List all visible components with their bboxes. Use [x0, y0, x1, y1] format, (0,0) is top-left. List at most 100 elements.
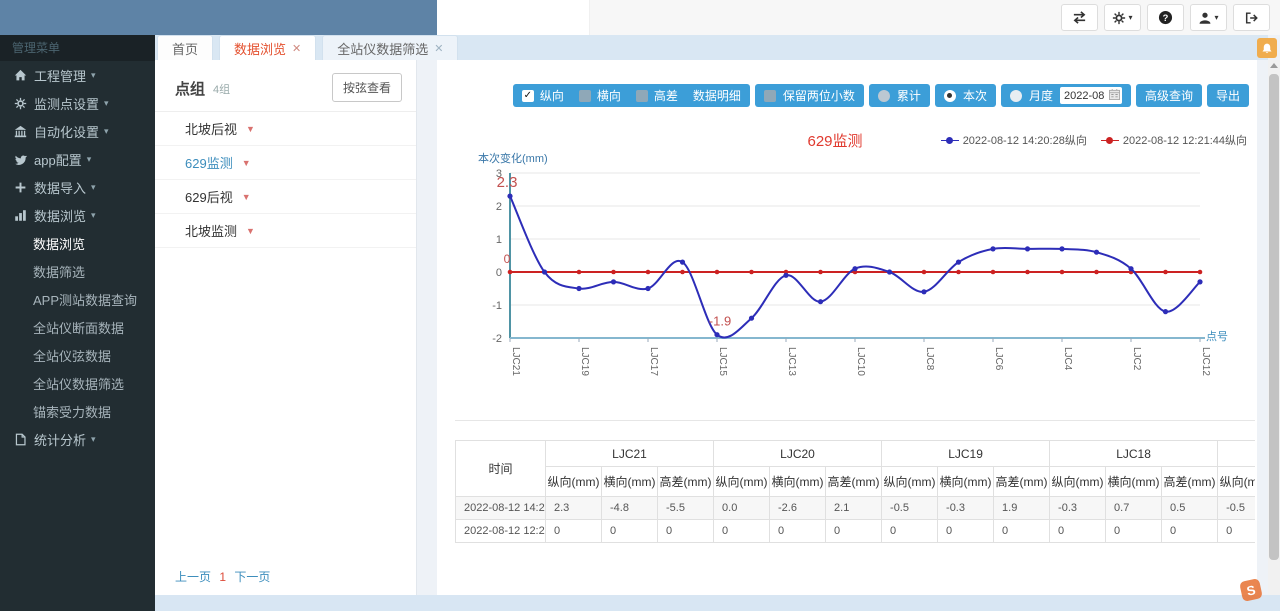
watermark-logo: S	[1239, 578, 1263, 602]
data-point-blue	[542, 269, 547, 274]
point-annotation: 0	[504, 252, 511, 266]
question-button[interactable]: ?	[1147, 4, 1184, 31]
value-cell: 1.9	[994, 497, 1050, 520]
point-group-row-1[interactable]: 北坡后视▼	[155, 112, 416, 146]
radio-button-月度[interactable]: 月度2022-08	[1001, 84, 1131, 107]
radio-icon[interactable]	[1010, 90, 1022, 102]
sidebar: 管理菜单 工程管理▾监测点设置▾自动化设置▾app配置▾数据导入▾数据浏览▾数据…	[0, 35, 155, 611]
view-by-chord-button[interactable]: 按弦查看	[332, 73, 402, 102]
checkbox-高差[interactable]: 高差	[636, 87, 678, 104]
prev-page-link[interactable]: 上一页	[175, 570, 211, 584]
series-toggle-group[interactable]: ✓纵向横向高差数据明细	[513, 84, 750, 107]
measure-column-header: 高差(mm)	[1162, 467, 1218, 497]
measure-column-header: 横向(mm)	[602, 467, 658, 497]
data-table-container[interactable]: 时间LJC21LJC20LJC19LJC18纵向(mm)横向(mm)高差(mm)…	[455, 440, 1255, 592]
point-group-row-2[interactable]: 629监测▼	[155, 146, 416, 180]
x-tick-label: LJC13	[786, 347, 797, 376]
gear-button[interactable]: ▾	[1104, 4, 1141, 31]
value-cell: 0	[658, 520, 714, 543]
value-cell: 0	[714, 520, 770, 543]
value-cell: -0.3	[1050, 497, 1106, 520]
close-icon[interactable]: ✕	[292, 42, 301, 55]
measure-column-header: 横向(mm)	[1106, 467, 1162, 497]
table-row[interactable]: 2022-08-12 14:20:282.3-4.8-5.50.0-2.62.1…	[456, 497, 1256, 520]
vertical-scrollbar[interactable]	[1268, 60, 1280, 595]
radio-icon[interactable]	[878, 90, 890, 102]
current-page-number[interactable]: 1	[219, 570, 226, 584]
sidebar-subitem-2[interactable]: 数据筛选	[0, 257, 155, 285]
close-icon[interactable]: ✕	[434, 42, 443, 55]
sidebar-item-3[interactable]: 自动化设置▾	[0, 117, 155, 145]
table-row[interactable]: 2022-08-12 12:21:440000000000000	[456, 520, 1256, 543]
logout-button[interactable]	[1233, 4, 1270, 31]
point-group-header: LJC21	[546, 441, 714, 467]
value-cell: 0	[882, 520, 938, 543]
sidebar-item-1[interactable]: 工程管理▾	[0, 61, 155, 89]
sidebar-item-6[interactable]: 数据浏览▾	[0, 201, 155, 229]
scroll-up-arrow-icon[interactable]	[1270, 63, 1278, 68]
user-button[interactable]: ▾	[1190, 4, 1227, 31]
swap-arrows-button[interactable]	[1061, 4, 1098, 31]
sidebar-subitem-7[interactable]: 锚索受力数据	[0, 397, 155, 425]
scrollbar-thumb[interactable]	[1269, 74, 1279, 560]
radio-icon[interactable]	[944, 90, 956, 102]
data-point-red	[611, 270, 616, 275]
user-icon	[1198, 11, 1212, 25]
main-panel: ✓纵向横向高差数据明细保留两位小数累计本次月度2022-08高级查询导出 629…	[437, 60, 1257, 595]
sidebar-subitem-4[interactable]: 全站仪断面数据	[0, 313, 155, 341]
data-point-blue	[507, 194, 512, 199]
tab-1[interactable]: 首页	[157, 35, 213, 60]
checkbox-纵向[interactable]: ✓纵向	[522, 87, 564, 104]
checkbox-icon[interactable]: ✓	[522, 90, 534, 102]
decimals-toggle-button[interactable]: 保留两位小数	[755, 84, 864, 107]
x-tick-label: LJC12	[1200, 347, 1211, 376]
data-detail-button[interactable]: 数据明细	[693, 87, 741, 104]
sidebar-subitem-6[interactable]: 全站仪数据筛选	[0, 369, 155, 397]
tab-2[interactable]: 数据浏览✕	[219, 35, 316, 60]
sidebar-item-4[interactable]: app配置▾	[0, 145, 155, 173]
topbar-brand-area	[0, 0, 437, 35]
bell-button[interactable]	[1257, 38, 1277, 58]
measure-column-header: 纵向(mm)	[546, 467, 602, 497]
bank-icon	[14, 125, 34, 138]
advanced-query-button[interactable]: 高级查询	[1136, 84, 1202, 107]
y-tick-label: -2	[492, 333, 502, 345]
checkbox-横向[interactable]: 横向	[579, 87, 621, 104]
sidebar-item-stats[interactable]: 统计分析▾	[0, 425, 155, 453]
legend-item-1[interactable]: 2022-08-12 14:20:28纵向	[941, 132, 1087, 148]
radio-button-本次[interactable]: 本次	[935, 84, 996, 107]
topbar-buttons: ▾?▾	[1061, 4, 1270, 31]
sidebar-subitem-3[interactable]: APP测站数据查询	[0, 285, 155, 313]
data-point-blue	[1025, 246, 1030, 251]
logout-icon	[1244, 11, 1259, 25]
horizontal-scroll-strip[interactable]	[155, 595, 1280, 611]
measure-column-header: 纵向(mm)	[1050, 467, 1106, 497]
radio-button-累计[interactable]: 累计	[869, 84, 930, 107]
sidebar-subitem-5[interactable]: 全站仪弦数据	[0, 341, 155, 369]
data-point-blue	[576, 286, 581, 291]
value-cell: -0.5	[1218, 497, 1255, 520]
value-cell: 2.3	[546, 497, 602, 520]
chart-toolbar: ✓纵向横向高差数据明细保留两位小数累计本次月度2022-08高级查询导出	[513, 84, 1249, 107]
export-button[interactable]: 导出	[1207, 84, 1249, 107]
month-input[interactable]: 2022-08	[1060, 87, 1122, 104]
point-group-row-3[interactable]: 629后视▼	[155, 180, 416, 214]
data-point-blue	[680, 260, 685, 265]
sidebar-item-2[interactable]: 监测点设置▾	[0, 89, 155, 117]
y-tick-label: 0	[496, 267, 502, 279]
calendar-icon[interactable]	[1109, 89, 1120, 103]
sidebar-subitem-1[interactable]: 数据浏览	[0, 229, 155, 257]
topbar-search-area[interactable]	[437, 0, 590, 35]
checkbox-icon[interactable]	[764, 90, 776, 102]
checkbox-icon[interactable]	[636, 90, 648, 102]
caret-down-icon: ▾	[91, 210, 96, 221]
next-page-link[interactable]: 下一页	[234, 570, 270, 584]
sidebar-item-5[interactable]: 数据导入▾	[0, 173, 155, 201]
sidebar-item-label: 工程管理	[34, 66, 86, 85]
tab-3[interactable]: 全站仪数据筛选✕	[322, 35, 458, 60]
data-point-blue	[1059, 246, 1064, 251]
legend-item-2[interactable]: 2022-08-12 12:21:44纵向	[1101, 132, 1247, 148]
point-group-row-4[interactable]: 北坡监测▼	[155, 214, 416, 248]
caret-down-icon: ▼	[246, 124, 255, 134]
checkbox-icon[interactable]	[579, 90, 591, 102]
